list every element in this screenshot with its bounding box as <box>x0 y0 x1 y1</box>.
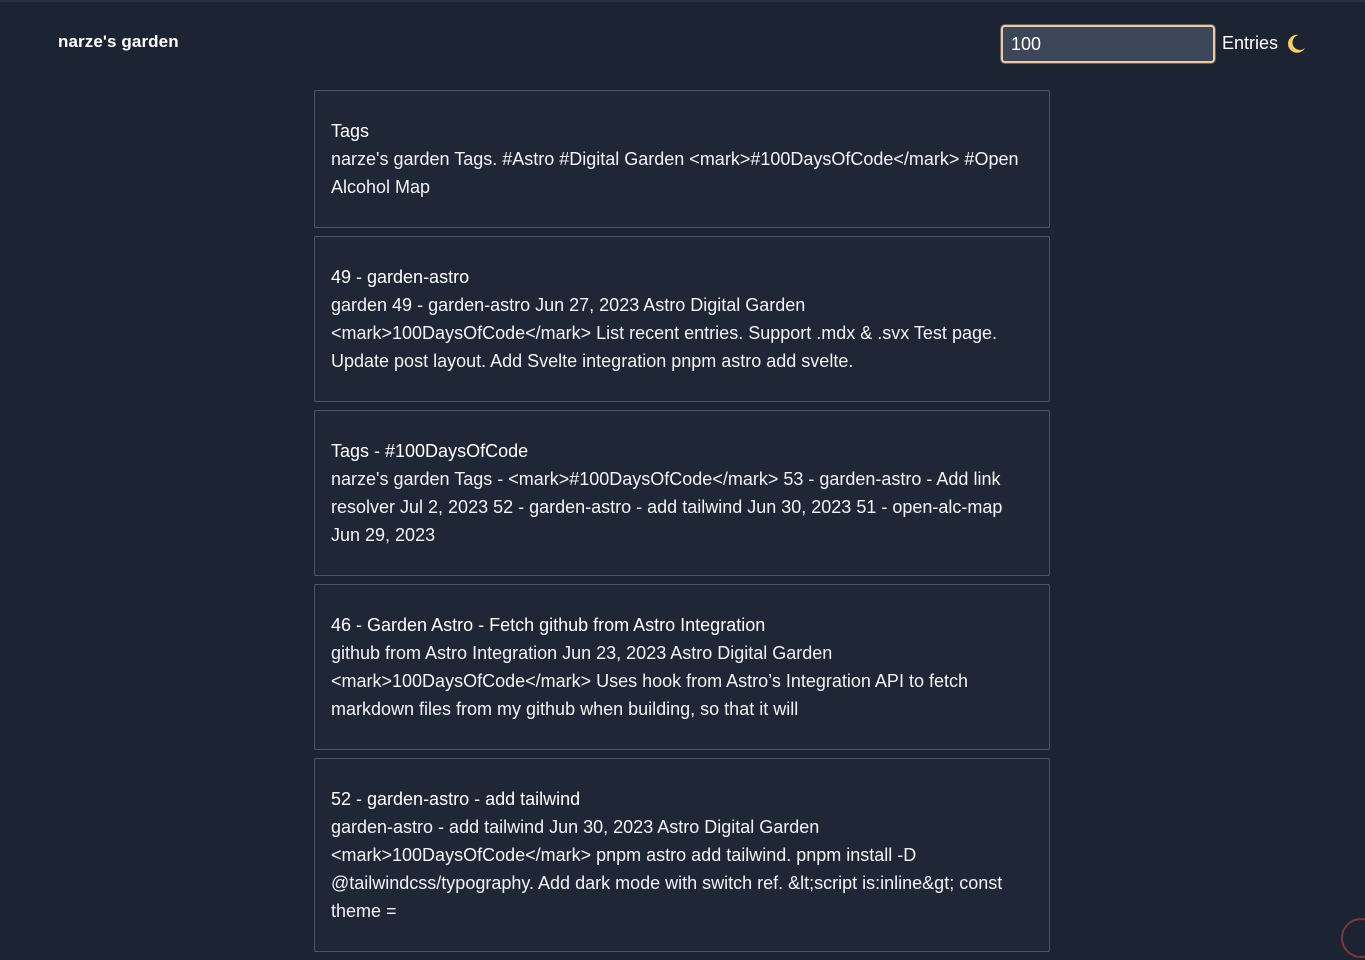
corner-badge <box>1341 918 1365 958</box>
search-input[interactable] <box>1001 25 1215 63</box>
result-title: 46 - Garden Astro - Fetch github from As… <box>331 615 766 635</box>
result-title: Tags - #100DaysOfCode <box>331 441 529 461</box>
result-card[interactable]: 49 - garden-astro garden 49 - garden-ast… <box>314 236 1050 402</box>
result-title: 52 - garden-astro - add tailwind <box>331 789 581 809</box>
result-excerpt: github from Astro Integration Jun 23, 20… <box>331 643 968 719</box>
result-excerpt: narze's garden Tags. #Astro #Digital Gar… <box>331 149 1019 197</box>
result-card[interactable]: Tags narze's garden Tags. #Astro #Digita… <box>314 90 1050 228</box>
result-card[interactable]: 52 - garden-astro - add tailwind garden-… <box>314 758 1050 952</box>
result-card[interactable]: Tags - #100DaysOfCode narze's garden Tag… <box>314 410 1050 576</box>
result-excerpt: narze's garden Tags - <mark>#100DaysOfCo… <box>331 469 1003 545</box>
result-title: Tags <box>331 121 370 141</box>
site-title-link[interactable]: narze's garden <box>58 32 179 52</box>
result-excerpt: garden-astro - add tailwind Jun 30, 2023… <box>331 817 1003 921</box>
moon-icon[interactable] <box>1285 33 1307 55</box>
result-title: 49 - garden-astro <box>331 267 470 287</box>
result-excerpt: garden 49 - garden-astro Jun 27, 2023 As… <box>331 295 997 371</box>
search-results: Tags narze's garden Tags. #Astro #Digita… <box>314 90 1050 960</box>
entries-label: Entries <box>1222 33 1279 53</box>
result-card[interactable]: 46 - Garden Astro - Fetch github from As… <box>314 584 1050 750</box>
site-header: narze's garden Entries <box>0 0 1365 88</box>
